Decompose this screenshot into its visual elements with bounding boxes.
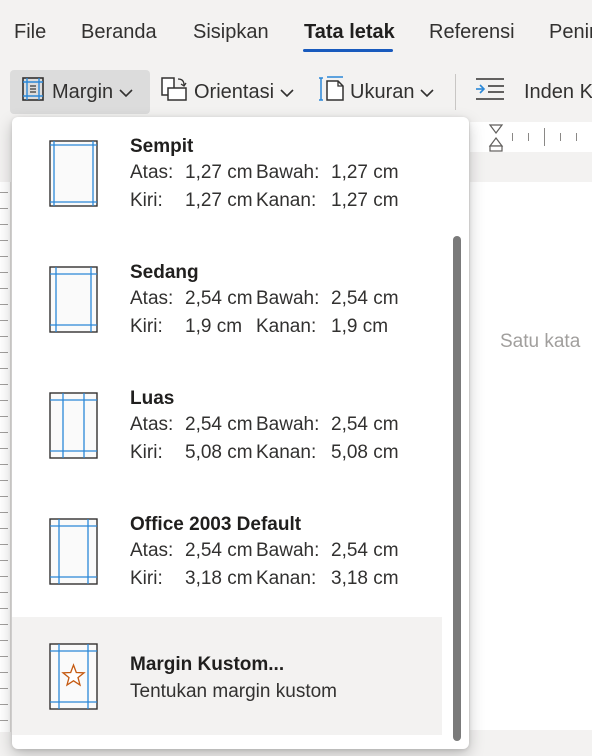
left-value: 5,08 cm (185, 442, 253, 463)
orientation-button-label: Orientasi (194, 80, 275, 103)
right-value: 5,08 cm (331, 442, 399, 463)
margins-icon (20, 76, 46, 108)
top-label: Atas: (130, 414, 174, 435)
top-label: Atas: (130, 288, 174, 309)
bottom-label: Bawah: (256, 540, 320, 561)
margin-option-custom[interactable]: Margin Kustom... Tentukan margin kustom (12, 617, 442, 735)
margin-option-title: Sedang (130, 262, 199, 283)
bottom-value: 2,54 cm (331, 288, 399, 309)
top-value: 1,27 cm (185, 162, 253, 183)
size-button-label: Ukuran (350, 80, 415, 103)
margin-button[interactable]: Margin (10, 70, 150, 114)
margin-option-title: Sempit (130, 136, 194, 157)
indent-left-control[interactable]: Inden K (474, 70, 592, 114)
tab-peninjauan[interactable]: Penin (549, 20, 592, 44)
tab-file[interactable]: File (14, 20, 46, 44)
horizontal-ruler[interactable] (470, 122, 592, 152)
bottom-label: Bawah: (256, 162, 320, 183)
margin-dropdown-menu: Sempit Atas: 1,27 cm Bawah: 1,27 cm Kiri… (12, 117, 469, 749)
margin-button-label: Margin (52, 80, 114, 103)
chevron-down-icon (420, 81, 435, 104)
top-value: 2,54 cm (185, 414, 253, 435)
chevron-down-icon (280, 81, 294, 104)
left-value: 1,9 cm (185, 316, 243, 337)
vertical-ruler[interactable] (0, 182, 11, 732)
left-label: Kiri: (130, 316, 163, 337)
size-icon (318, 75, 346, 109)
indent-marker-icon[interactable] (488, 124, 504, 157)
left-value: 1,27 cm (185, 190, 253, 211)
indent-icon (474, 75, 506, 109)
chevron-down-icon (119, 81, 133, 104)
margin-option-luas[interactable]: Luas Atas: 2,54 cm Bawah: 2,54 cm Kiri: … (12, 369, 442, 493)
custom-margin-icon (49, 643, 99, 716)
bottom-label: Bawah: (256, 414, 320, 435)
menu-tab-bar: File Beranda Sisipkan Tata letak Referen… (0, 0, 592, 64)
wide-margin-icon (49, 392, 99, 465)
top-value: 2,54 cm (185, 540, 253, 561)
right-label: Kanan: (256, 442, 317, 463)
dropdown-scrollbar[interactable] (453, 236, 461, 741)
ribbon-toolbar: Margin Orientasi Ukuran Inden K (0, 64, 592, 120)
bottom-value: 2,54 cm (331, 540, 399, 561)
top-label: Atas: (130, 162, 174, 183)
office-2003-margin-icon (49, 518, 99, 591)
tab-sisipkan[interactable]: Sisipkan (193, 20, 269, 44)
top-value: 2,54 cm (185, 288, 253, 309)
bottom-value: 2,54 cm (331, 414, 399, 435)
margin-option-sempit[interactable]: Sempit Atas: 1,27 cm Bawah: 1,27 cm Kiri… (12, 117, 442, 241)
right-label: Kanan: (256, 568, 317, 589)
tab-tata-letak[interactable]: Tata letak (304, 20, 395, 44)
margin-option-title: Office 2003 Default (130, 514, 302, 535)
ribbon-divider (455, 74, 456, 110)
left-value: 3,18 cm (185, 568, 253, 589)
right-value: 1,9 cm (331, 316, 389, 337)
margin-option-title: Luas (130, 388, 175, 409)
tab-referensi[interactable]: Referensi (429, 20, 515, 44)
size-button[interactable]: Ukuran (318, 70, 446, 114)
right-label: Kanan: (256, 316, 317, 337)
bottom-value: 1,27 cm (331, 162, 399, 183)
right-label: Kanan: (256, 190, 317, 211)
left-label: Kiri: (130, 190, 163, 211)
active-tab-indicator (303, 49, 393, 52)
document-page[interactable] (470, 182, 592, 730)
document-placeholder-text: Satu kata (500, 331, 581, 352)
moderate-margin-icon (49, 266, 99, 339)
left-label: Kiri: (130, 442, 163, 463)
tab-beranda[interactable]: Beranda (81, 20, 157, 44)
left-label: Kiri: (130, 568, 163, 589)
right-value: 1,27 cm (331, 190, 399, 211)
orientation-icon (160, 75, 188, 109)
custom-margin-subtitle: Tentukan margin kustom (130, 681, 337, 702)
right-value: 3,18 cm (331, 568, 399, 589)
margin-option-office-2003-default[interactable]: Office 2003 Default Atas: 2,54 cm Bawah:… (12, 495, 442, 619)
top-label: Atas: (130, 540, 174, 561)
indent-left-label: Inden K (524, 80, 592, 103)
margin-option-sedang[interactable]: Sedang Atas: 2,54 cm Bawah: 2,54 cm Kiri… (12, 243, 442, 367)
bottom-label: Bawah: (256, 288, 320, 309)
orientation-button[interactable]: Orientasi (160, 70, 305, 114)
narrow-margin-icon (49, 140, 99, 213)
custom-margin-title: Margin Kustom... (130, 654, 285, 675)
